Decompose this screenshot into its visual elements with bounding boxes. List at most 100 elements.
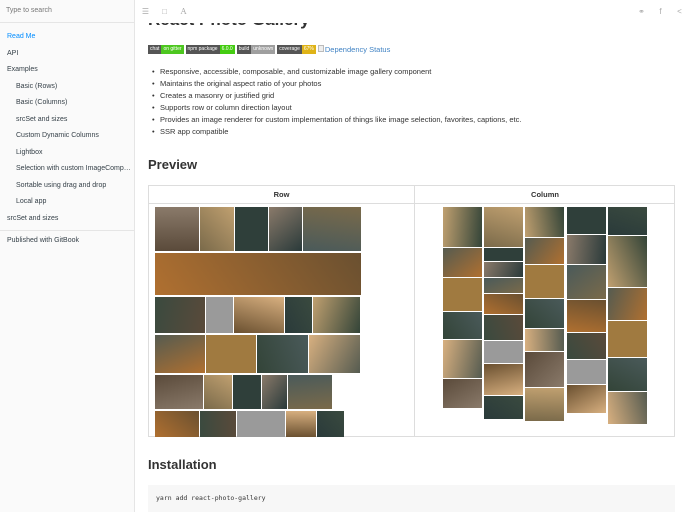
gallery-photo[interactable] bbox=[234, 297, 284, 333]
feature-item: Creates a masonry or justified grid bbox=[160, 90, 521, 102]
gallery-photo[interactable] bbox=[206, 297, 233, 333]
sidebar-item[interactable]: Read Me bbox=[0, 29, 134, 46]
gallery-photo[interactable] bbox=[286, 411, 316, 437]
gallery-photo[interactable] bbox=[567, 300, 606, 332]
gallery-photo[interactable] bbox=[567, 265, 606, 299]
twitter-icon[interactable]: ⚭ bbox=[637, 7, 646, 16]
gallery-photo[interactable] bbox=[303, 207, 361, 251]
sidebar-item[interactable]: srcSet and sizes bbox=[0, 112, 134, 129]
gallery-photo[interactable] bbox=[443, 278, 482, 311]
sidebar-item[interactable]: Lightbox bbox=[0, 145, 134, 162]
gallery-photo[interactable] bbox=[484, 278, 523, 293]
gallery-photo[interactable] bbox=[269, 207, 302, 251]
badge-label: npm package bbox=[185, 45, 220, 54]
install-code-block: yarn add react-photo-gallery bbox=[148, 485, 675, 512]
gallery-photo[interactable] bbox=[200, 411, 236, 437]
sidebar-item[interactable]: Custom Dynamic Columns bbox=[0, 128, 134, 145]
gallery-photo[interactable] bbox=[155, 253, 361, 295]
gallery-photo[interactable] bbox=[525, 265, 564, 298]
sidebar-item[interactable]: Basic (Rows) bbox=[0, 79, 134, 96]
gallery-photo[interactable] bbox=[155, 335, 205, 373]
gallery-photo[interactable] bbox=[443, 248, 482, 277]
gallery-photo[interactable] bbox=[443, 340, 482, 378]
facebook-icon[interactable]: f bbox=[656, 7, 665, 16]
status-badge[interactable]: build unknown bbox=[236, 45, 276, 54]
gallery-photo[interactable] bbox=[484, 315, 523, 340]
gallery-photo[interactable] bbox=[233, 375, 261, 409]
gallery-photo[interactable] bbox=[443, 379, 482, 408]
dependency-status-text: Dependency Status bbox=[324, 45, 391, 54]
row-column-header: Row bbox=[149, 186, 414, 204]
column-column-header: Column bbox=[415, 186, 675, 204]
gallery-photo[interactable] bbox=[608, 321, 647, 357]
gallery-photo[interactable] bbox=[237, 411, 285, 437]
gallery-photo[interactable] bbox=[525, 207, 564, 237]
gallery-photo[interactable] bbox=[443, 207, 482, 247]
sidebar-item[interactable]: Sortable using drag and drop bbox=[0, 178, 134, 195]
gallery-photo[interactable] bbox=[567, 360, 606, 384]
gallery-photo[interactable] bbox=[608, 392, 647, 424]
preview-table: Row Column bbox=[148, 185, 675, 437]
gallery-photo[interactable] bbox=[285, 297, 312, 333]
gallery-photo[interactable] bbox=[262, 375, 287, 409]
gallery-photo[interactable] bbox=[484, 364, 523, 395]
gallery-photo[interactable] bbox=[484, 294, 523, 314]
gallery-photo[interactable] bbox=[525, 329, 564, 351]
gallery-photo[interactable] bbox=[257, 335, 308, 373]
dependency-status-link[interactable]: Dependency Status bbox=[317, 45, 391, 54]
gallery-photo[interactable] bbox=[288, 375, 332, 409]
gallery-photo[interactable] bbox=[567, 235, 606, 264]
sidebar-item[interactable]: Selection with custom ImageComponent bbox=[0, 161, 134, 178]
gallery-photo[interactable] bbox=[443, 312, 482, 339]
gallery-photo[interactable] bbox=[525, 299, 564, 328]
book-icon[interactable]: □ bbox=[160, 7, 169, 16]
status-badge[interactable]: coverage 67% bbox=[277, 45, 316, 54]
gallery-photo[interactable] bbox=[525, 388, 564, 421]
share-icon[interactable]: < bbox=[675, 7, 684, 16]
gallery-photo[interactable] bbox=[204, 375, 232, 409]
gallery-photo[interactable] bbox=[235, 207, 268, 251]
sidebar-item[interactable]: srcSet and sizes bbox=[0, 211, 134, 228]
gallery-photo[interactable] bbox=[313, 297, 360, 333]
badge-row: chat on gitter npm package 6.0.0 build unknow… bbox=[148, 45, 390, 54]
published-with-gitbook-link[interactable]: Published with GitBook bbox=[0, 237, 134, 244]
gallery-photo[interactable] bbox=[317, 411, 344, 437]
sidebar-divider bbox=[0, 230, 134, 231]
search-input[interactable]: Type to search bbox=[0, 0, 134, 23]
status-badge[interactable]: chat on gitter bbox=[148, 45, 184, 54]
gallery-photo[interactable] bbox=[567, 385, 606, 413]
gallery-photo[interactable] bbox=[525, 238, 564, 264]
badge-value: on gitter bbox=[161, 45, 184, 54]
gallery-photo[interactable] bbox=[155, 207, 199, 251]
gallery-photo[interactable] bbox=[155, 411, 199, 437]
gallery-photo[interactable] bbox=[608, 288, 647, 320]
gallery-photo[interactable] bbox=[155, 297, 205, 333]
status-badge[interactable]: npm package 6.0.0 bbox=[185, 45, 235, 54]
sidebar-item[interactable]: Basic (Columns) bbox=[0, 95, 134, 112]
badge-label: coverage bbox=[277, 45, 302, 54]
gallery-photo[interactable] bbox=[484, 262, 523, 277]
sidebar-item[interactable]: Examples bbox=[0, 62, 134, 79]
gallery-photo[interactable] bbox=[309, 335, 360, 373]
gallery-photo[interactable] bbox=[608, 358, 647, 391]
gallery-photo[interactable] bbox=[567, 333, 606, 359]
gallery-photo[interactable] bbox=[525, 352, 564, 387]
gallery-photo[interactable] bbox=[608, 207, 647, 235]
gallery-photo[interactable] bbox=[200, 207, 234, 251]
badge-value: unknown bbox=[251, 45, 276, 54]
gallery-photo[interactable] bbox=[484, 341, 523, 363]
menu-icon[interactable]: ☰ bbox=[141, 7, 150, 16]
gallery-photo[interactable] bbox=[155, 375, 203, 409]
font-icon[interactable]: A bbox=[179, 7, 188, 16]
badge-value: 6.0.0 bbox=[219, 45, 235, 54]
gallery-photo[interactable] bbox=[484, 248, 523, 261]
top-header: ☰ □ A ⚭ f < bbox=[135, 0, 688, 23]
gallery-photo[interactable] bbox=[484, 396, 523, 419]
sidebar: Type to search Read Me API Examples Basic (… bbox=[0, 0, 135, 512]
gallery-photo[interactable] bbox=[206, 335, 256, 373]
sidebar-item[interactable]: API bbox=[0, 46, 134, 63]
gallery-photo[interactable] bbox=[567, 207, 606, 234]
gallery-photo[interactable] bbox=[484, 207, 523, 247]
gallery-photo[interactable] bbox=[608, 236, 647, 287]
sidebar-item[interactable]: Local app bbox=[0, 194, 134, 211]
